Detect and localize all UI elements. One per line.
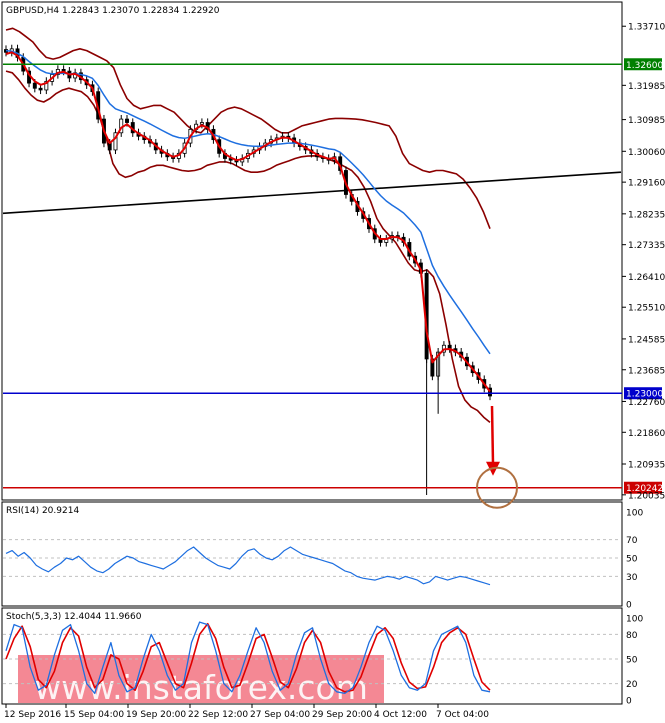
candle-body: [107, 142, 112, 151]
x-tick-label: 19 Sep 20:00: [126, 710, 186, 720]
price-tick-label: 1.31985: [628, 82, 665, 92]
candle-body: [125, 118, 129, 123]
stoch-tick-label: 20: [626, 680, 638, 690]
candle-body: [199, 122, 204, 125]
candle-body: [32, 82, 37, 89]
price-tick-label: 1.20935: [628, 460, 665, 470]
candle-body: [38, 87, 43, 91]
rsi-tick-label: 0: [626, 601, 632, 611]
stoch-tick-label: 80: [626, 631, 638, 641]
price-tick-label: 1.20035: [628, 491, 665, 501]
stoch-tick-label: 50: [626, 656, 638, 666]
x-tick-label: 7 Oct 04:00: [436, 710, 489, 720]
price-tick-label: 1.28235: [628, 210, 665, 220]
price-tick-label: 1.30060: [628, 148, 665, 158]
price-tick-label: 1.22760: [628, 398, 665, 408]
price-tick-label: 1.27335: [628, 241, 665, 251]
price-tick-label: 1.23685: [628, 366, 665, 376]
price-tick-label: 1.21860: [628, 429, 665, 439]
x-tick-label: 12 Sep 2016: [4, 710, 61, 720]
stoch-tick-label: 0: [626, 697, 632, 707]
x-tick-label: 4 Oct 12:00: [374, 710, 427, 720]
rsi-tick-label: 70: [626, 536, 638, 546]
symbol-header: GBPUSD,H4 1.22843 1.23070 1.22834 1.2292…: [6, 6, 220, 16]
rsi-panel-frame: [1, 501, 623, 607]
price-tick-label: 1.30985: [628, 116, 665, 126]
stoch-header: Stoch(5,3,3) 12.4044 11.9660: [6, 612, 142, 622]
forecast-arrow-shaft: [490, 405, 495, 464]
price-tick-label: 1.25510: [628, 304, 665, 314]
chart-canvas: www.instaforex.com 1.326001.230001.20242…: [1, 1, 665, 720]
x-tick-label: 15 Sep 04:00: [64, 710, 124, 720]
x-tick-label: 29 Sep 20:00: [312, 710, 372, 720]
price-tick-label: 1.33710: [628, 23, 665, 33]
price-tick-label: 1.29160: [628, 179, 665, 189]
rsi-tick-label: 100: [626, 509, 643, 519]
price-tick-label: 1.24585: [628, 335, 665, 345]
x-tick-label: 27 Sep 04:00: [250, 710, 310, 720]
price-panel-frame: [1, 1, 623, 501]
rsi-tick-label: 50: [626, 555, 638, 565]
rsi-header: RSI(14) 20.9214: [6, 506, 79, 516]
rsi-tick-label: 30: [626, 573, 638, 583]
stoch-tick-label: 100: [626, 615, 643, 625]
level-price-label: 1.32600: [626, 61, 663, 71]
price-tick-label: 1.26410: [628, 273, 665, 283]
x-tick-label: 22 Sep 12:00: [188, 710, 248, 720]
